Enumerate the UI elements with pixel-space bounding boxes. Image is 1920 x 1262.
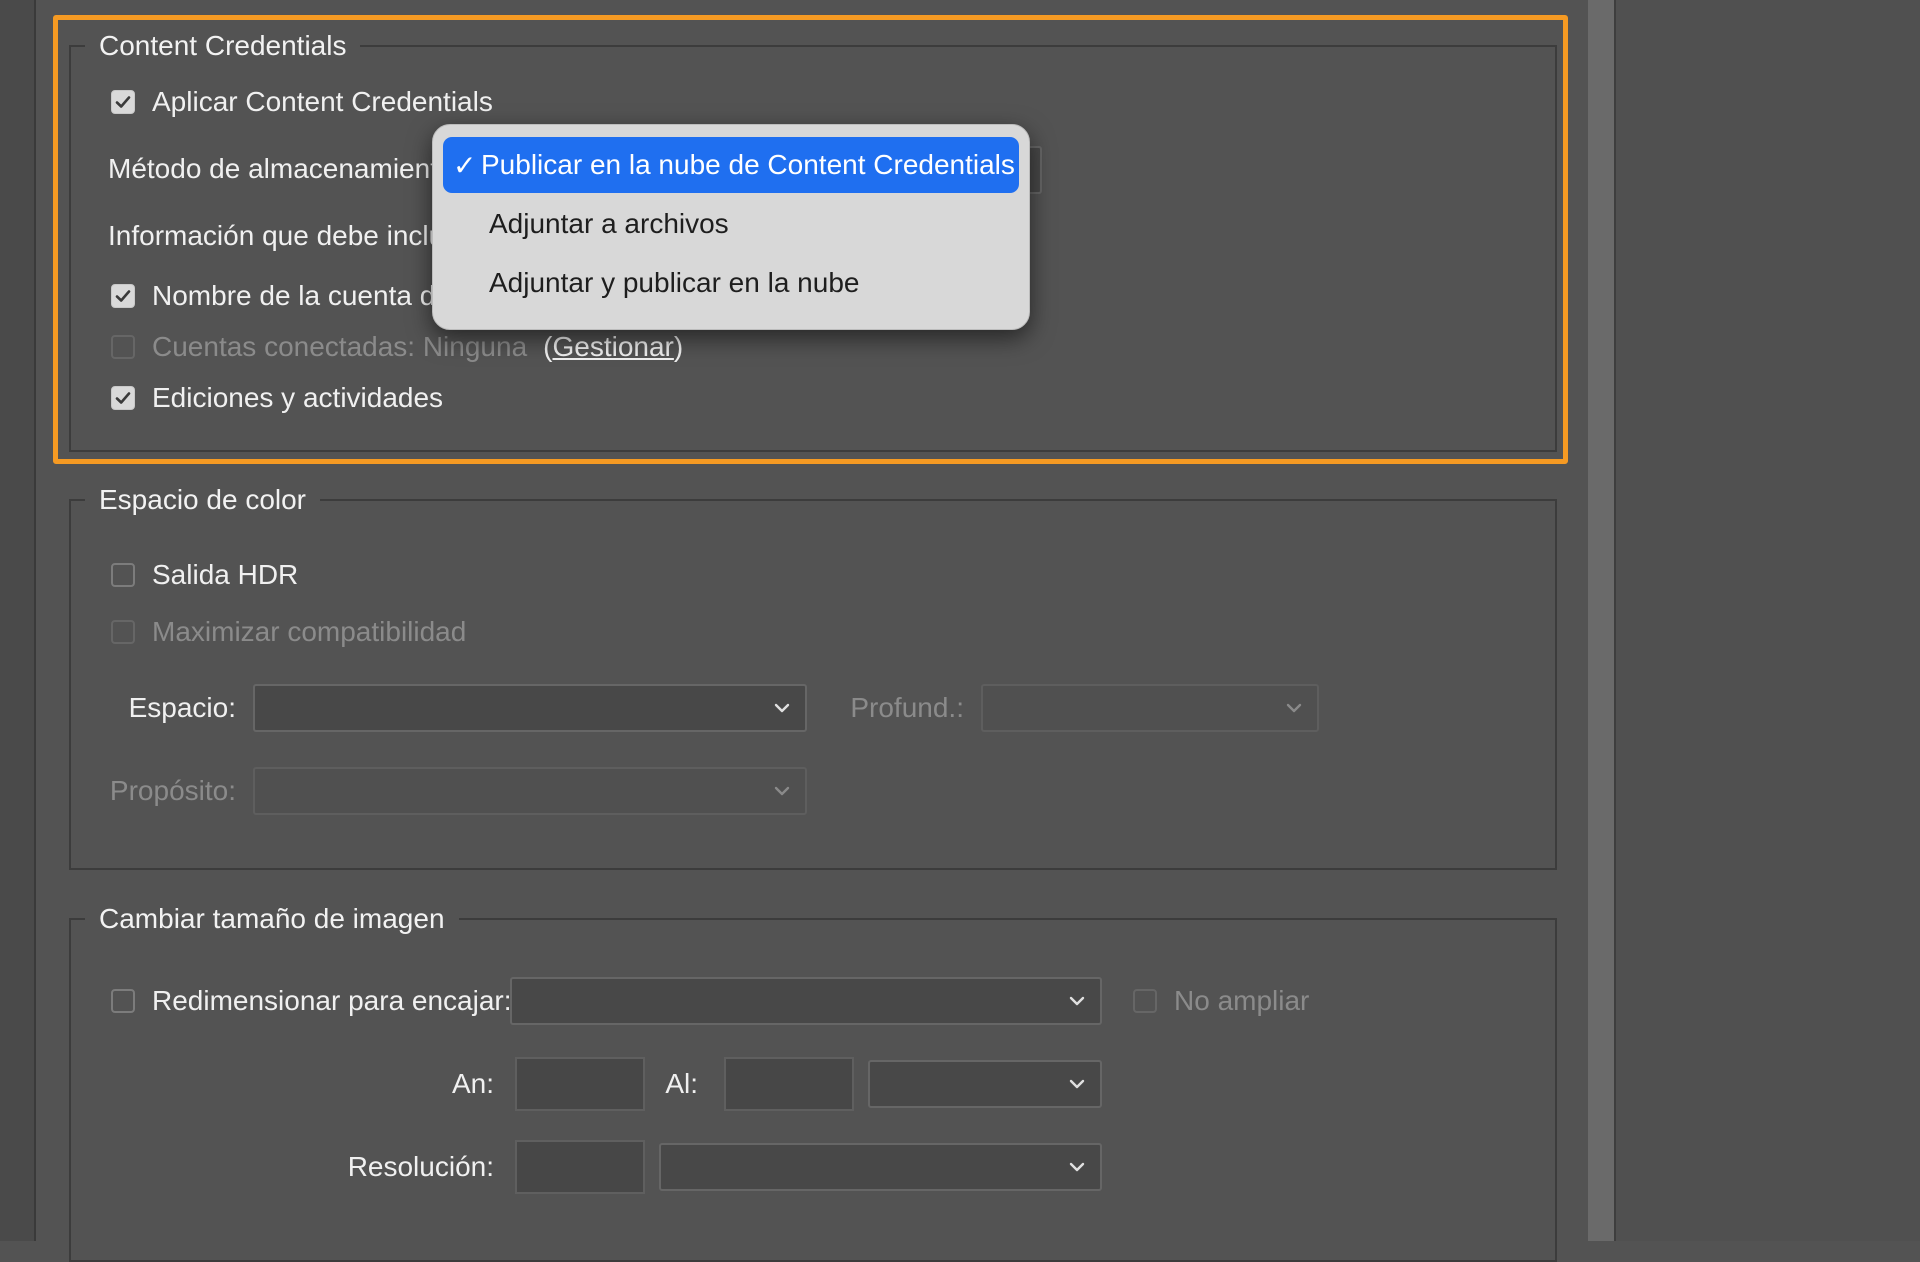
height-field[interactable] xyxy=(724,1057,854,1111)
storage-option-attach-publish[interactable]: Adjuntar y publicar en la nube xyxy=(443,255,1019,311)
no-enlarge-row: No ampliar xyxy=(1133,984,1309,1018)
chevron-down-icon xyxy=(774,703,790,713)
height-label: Al: xyxy=(665,1068,698,1099)
scrollbar-track[interactable] xyxy=(1588,0,1616,1241)
depth-label: Profund.: xyxy=(850,692,964,723)
intent-label: Propósito: xyxy=(109,775,236,806)
resize-to-fit-row[interactable]: Redimensionar para encajar: xyxy=(111,984,512,1018)
storage-option-publish-cloud[interactable]: ✓ Publicar en la nube de Content Credent… xyxy=(443,137,1019,193)
unit-select[interactable] xyxy=(868,1060,1102,1108)
selected-check-icon: ✓ xyxy=(453,149,477,181)
chevron-down-icon xyxy=(1286,703,1302,713)
left-panel-edge xyxy=(0,0,36,1241)
maximize-compat-checkbox xyxy=(111,620,135,644)
space-select[interactable] xyxy=(253,684,807,732)
storage-option-label: Adjuntar y publicar en la nube xyxy=(489,267,860,298)
width-label: An: xyxy=(451,1068,494,1099)
chevron-down-icon xyxy=(774,786,790,796)
hdr-output-row[interactable]: Salida HDR xyxy=(111,558,298,592)
storage-option-label: Adjuntar a archivos xyxy=(489,208,729,239)
width-field[interactable] xyxy=(515,1057,645,1111)
resize-legend: Cambiar tamaño de imagen xyxy=(85,902,459,936)
resize-to-fit-label: Redimensionar para encajar: xyxy=(152,985,512,1016)
resolution-unit-select[interactable] xyxy=(659,1143,1102,1191)
depth-select xyxy=(981,684,1319,732)
resolution-field[interactable] xyxy=(515,1140,645,1194)
storage-option-label: Publicar en la nube de Content Credentia… xyxy=(481,149,1015,180)
color-space-legend: Espacio de color xyxy=(85,483,321,517)
resolution-label: Resolución: xyxy=(347,1151,494,1182)
no-enlarge-label: No ampliar xyxy=(1174,985,1310,1016)
resize-to-fit-checkbox[interactable] xyxy=(111,989,135,1013)
maximize-compat-row: Maximizar compatibilidad xyxy=(111,615,466,649)
chevron-down-icon xyxy=(1069,1079,1085,1089)
storage-method-dropdown: ✓ Publicar en la nube de Content Credent… xyxy=(432,124,1030,330)
hdr-output-checkbox[interactable] xyxy=(111,563,135,587)
storage-option-attach-files[interactable]: Adjuntar a archivos xyxy=(443,196,1019,252)
resize-to-fit-select[interactable] xyxy=(510,977,1102,1025)
intent-select xyxy=(253,767,807,815)
chevron-down-icon xyxy=(1069,996,1085,1006)
no-enlarge-checkbox xyxy=(1133,989,1157,1013)
right-panel xyxy=(1616,0,1920,1241)
maximize-compat-label: Maximizar compatibilidad xyxy=(152,616,467,647)
chevron-down-icon xyxy=(1069,1162,1085,1172)
space-label: Espacio: xyxy=(128,692,236,723)
hdr-output-label: Salida HDR xyxy=(152,559,299,590)
